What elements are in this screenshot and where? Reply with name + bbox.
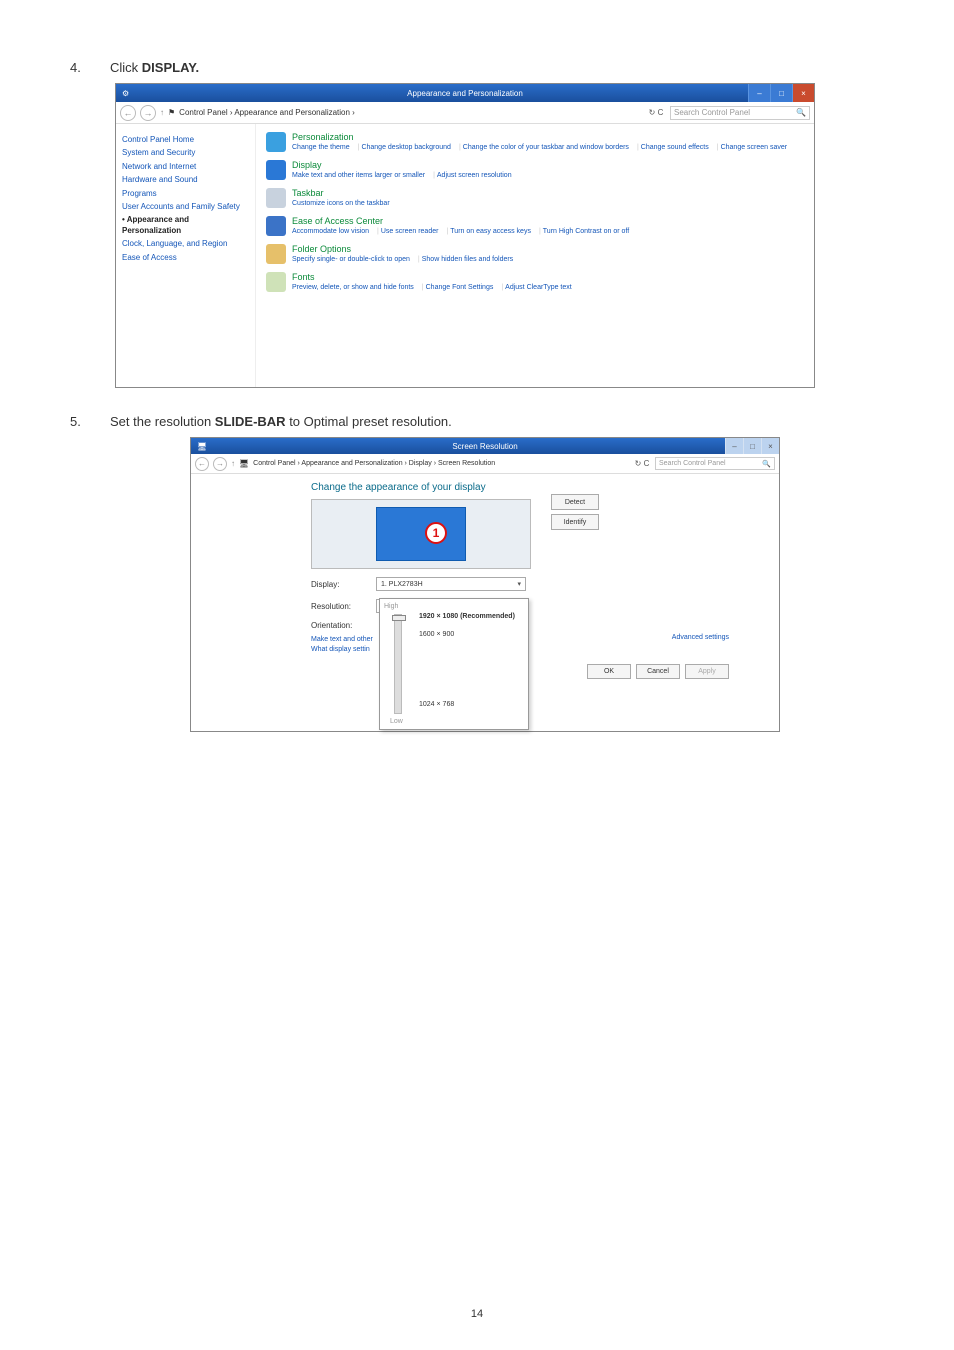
category-link[interactable]: Preview, delete, or show and hide fonts <box>292 284 414 291</box>
ok-button[interactable]: OK <box>587 664 631 679</box>
step-text-4: Click DISPLAY. <box>110 60 199 75</box>
refresh-button[interactable]: ↻ C <box>633 459 651 468</box>
res-option-recommended[interactable]: 1920 × 1080 (Recommended) <box>419 613 515 620</box>
window-titlebar: ⚙ Appearance and Personalization – □ × <box>116 84 814 102</box>
category-link[interactable]: Change Font Settings <box>426 284 494 291</box>
sidebar-item[interactable]: Network and Internet <box>122 162 249 172</box>
control-panel-icon: ⚑ <box>168 108 175 117</box>
sidebar: Control Panel Home System and Security Net… <box>116 124 256 387</box>
sidebar-item[interactable]: User Accounts and Family Safety <box>122 202 249 212</box>
label-high: High <box>384 603 524 610</box>
breadcrumb[interactable]: Control Panel › Appearance and Personali… <box>179 108 642 117</box>
category-title[interactable]: Personalization <box>292 132 793 142</box>
category-icon <box>266 272 286 292</box>
category-icon <box>266 244 286 264</box>
address-bar: ← → ↑ ⚑ Control Panel › Appearance and P… <box>116 102 814 124</box>
main-content: PersonalizationChange the theme|Change d… <box>256 124 814 387</box>
refresh-button[interactable]: ↻ C <box>646 108 666 117</box>
category-title[interactable]: Taskbar <box>292 188 396 198</box>
back-button[interactable]: ← <box>120 105 136 121</box>
category-link[interactable]: Change desktop background <box>361 144 451 151</box>
advanced-settings-link[interactable]: Advanced settings <box>672 634 729 641</box>
sidebar-item[interactable]: Programs <box>122 189 249 199</box>
slider-thumb[interactable] <box>392 615 406 621</box>
resolution-slider[interactable]: 1920 × 1080 (Recommended) 1600 × 900 102… <box>394 614 402 714</box>
category-icon <box>266 216 286 236</box>
resolution-dropdown: High 1920 × 1080 (Recommended) 1600 × 90… <box>379 598 529 730</box>
up-button[interactable]: ↑ <box>231 459 235 468</box>
breadcrumb[interactable]: Control Panel › Appearance and Personali… <box>253 460 629 467</box>
step-text-5: Set the resolution SLIDE-BAR to Optimal … <box>110 414 452 429</box>
main-content: Change the appearance of your display 1 … <box>191 474 779 664</box>
category-link[interactable]: Change the color of your taskbar and win… <box>463 144 629 151</box>
up-button[interactable]: ↑ <box>160 108 164 117</box>
sidebar-item[interactable]: Hardware and Sound <box>122 175 249 185</box>
apply-button[interactable]: Apply <box>685 664 729 679</box>
sidebar-item[interactable]: System and Security <box>122 148 249 158</box>
category-link[interactable]: Turn on easy access keys <box>450 228 531 235</box>
sidebar-item[interactable]: Ease of Access <box>122 253 249 263</box>
address-bar: ← → ↑ 🖥 Control Panel › Appearance and P… <box>191 454 779 474</box>
display-label: Display: <box>311 580 366 589</box>
res-option[interactable]: 1600 × 900 <box>419 631 454 638</box>
forward-button[interactable]: → <box>213 457 227 471</box>
search-icon: 🔍 <box>796 108 806 117</box>
resolution-label: Resolution: <box>311 602 366 611</box>
category-title[interactable]: Folder Options <box>292 244 519 254</box>
category-link[interactable]: Adjust ClearType text <box>505 284 572 291</box>
step-number-4: 4. <box>60 60 110 75</box>
category-link[interactable]: Use screen reader <box>381 228 439 235</box>
window-titlebar: 🖥 Screen Resolution – □ × <box>191 438 779 454</box>
identify-button[interactable]: Identify <box>551 514 599 530</box>
page-heading: Change the appearance of your display <box>311 482 739 493</box>
cancel-button[interactable]: Cancel <box>636 664 680 679</box>
category-link[interactable]: Turn High Contrast on or off <box>543 228 629 235</box>
close-button[interactable]: × <box>792 84 814 102</box>
res-option[interactable]: 1024 × 768 <box>419 701 454 708</box>
screenshot-screen-resolution: 🖥 Screen Resolution – □ × ← → ↑ 🖥 Contro… <box>190 437 780 732</box>
window-title: Appearance and Personalization <box>116 89 814 98</box>
category-title[interactable]: Ease of Access Center <box>292 216 635 226</box>
display-preview: 1 <box>311 499 531 569</box>
monitor-1[interactable]: 1 <box>376 507 466 561</box>
label-low: Low <box>390 718 524 725</box>
display-icon: 🖥 <box>239 459 249 468</box>
page-number: 14 <box>0 1308 954 1320</box>
category-link[interactable]: Change sound effects <box>641 144 709 151</box>
sidebar-item[interactable]: Control Panel Home <box>122 135 249 145</box>
close-button[interactable]: × <box>761 438 779 454</box>
minimize-button[interactable]: – <box>748 84 770 102</box>
step-number-5: 5. <box>60 414 110 429</box>
category-link[interactable]: Make text and other items larger or smal… <box>292 172 425 179</box>
category-icon <box>266 132 286 152</box>
minimize-button[interactable]: – <box>725 438 743 454</box>
orientation-label: Orientation: <box>311 621 366 630</box>
search-input[interactable]: Search Control Panel 🔍 <box>655 457 775 470</box>
back-button[interactable]: ← <box>195 457 209 471</box>
category-icon <box>266 160 286 180</box>
category-link[interactable]: Customize icons on the taskbar <box>292 200 390 207</box>
category-link[interactable]: Adjust screen resolution <box>437 172 512 179</box>
category-link[interactable]: Accommodate low vision <box>292 228 369 235</box>
display-combo[interactable]: 1. PLX2783H▾ <box>376 577 526 591</box>
category-icon <box>266 188 286 208</box>
category-title[interactable]: Display <box>292 160 518 170</box>
window-title: Screen Resolution <box>191 442 779 451</box>
search-input[interactable]: Search Control Panel 🔍 <box>670 106 810 120</box>
sidebar-item[interactable]: Clock, Language, and Region <box>122 239 249 249</box>
sidebar-item[interactable]: • Appearance and Personalization <box>122 215 249 236</box>
search-icon: 🔍 <box>762 460 771 468</box>
category-link[interactable]: Change the theme <box>292 144 350 151</box>
forward-button[interactable]: → <box>140 105 156 121</box>
category-link[interactable]: Change screen saver <box>721 144 788 151</box>
chevron-down-icon: ▾ <box>517 580 521 588</box>
maximize-button[interactable]: □ <box>770 84 792 102</box>
screenshot-appearance-personalization: ⚙ Appearance and Personalization – □ × ←… <box>115 83 815 388</box>
category-link[interactable]: Specify single- or double-click to open <box>292 256 410 263</box>
category-link[interactable]: Show hidden files and folders <box>422 256 513 263</box>
maximize-button[interactable]: □ <box>743 438 761 454</box>
detect-button[interactable]: Detect <box>551 494 599 510</box>
category-title[interactable]: Fonts <box>292 272 578 282</box>
callout-marker: 1 <box>425 522 447 544</box>
